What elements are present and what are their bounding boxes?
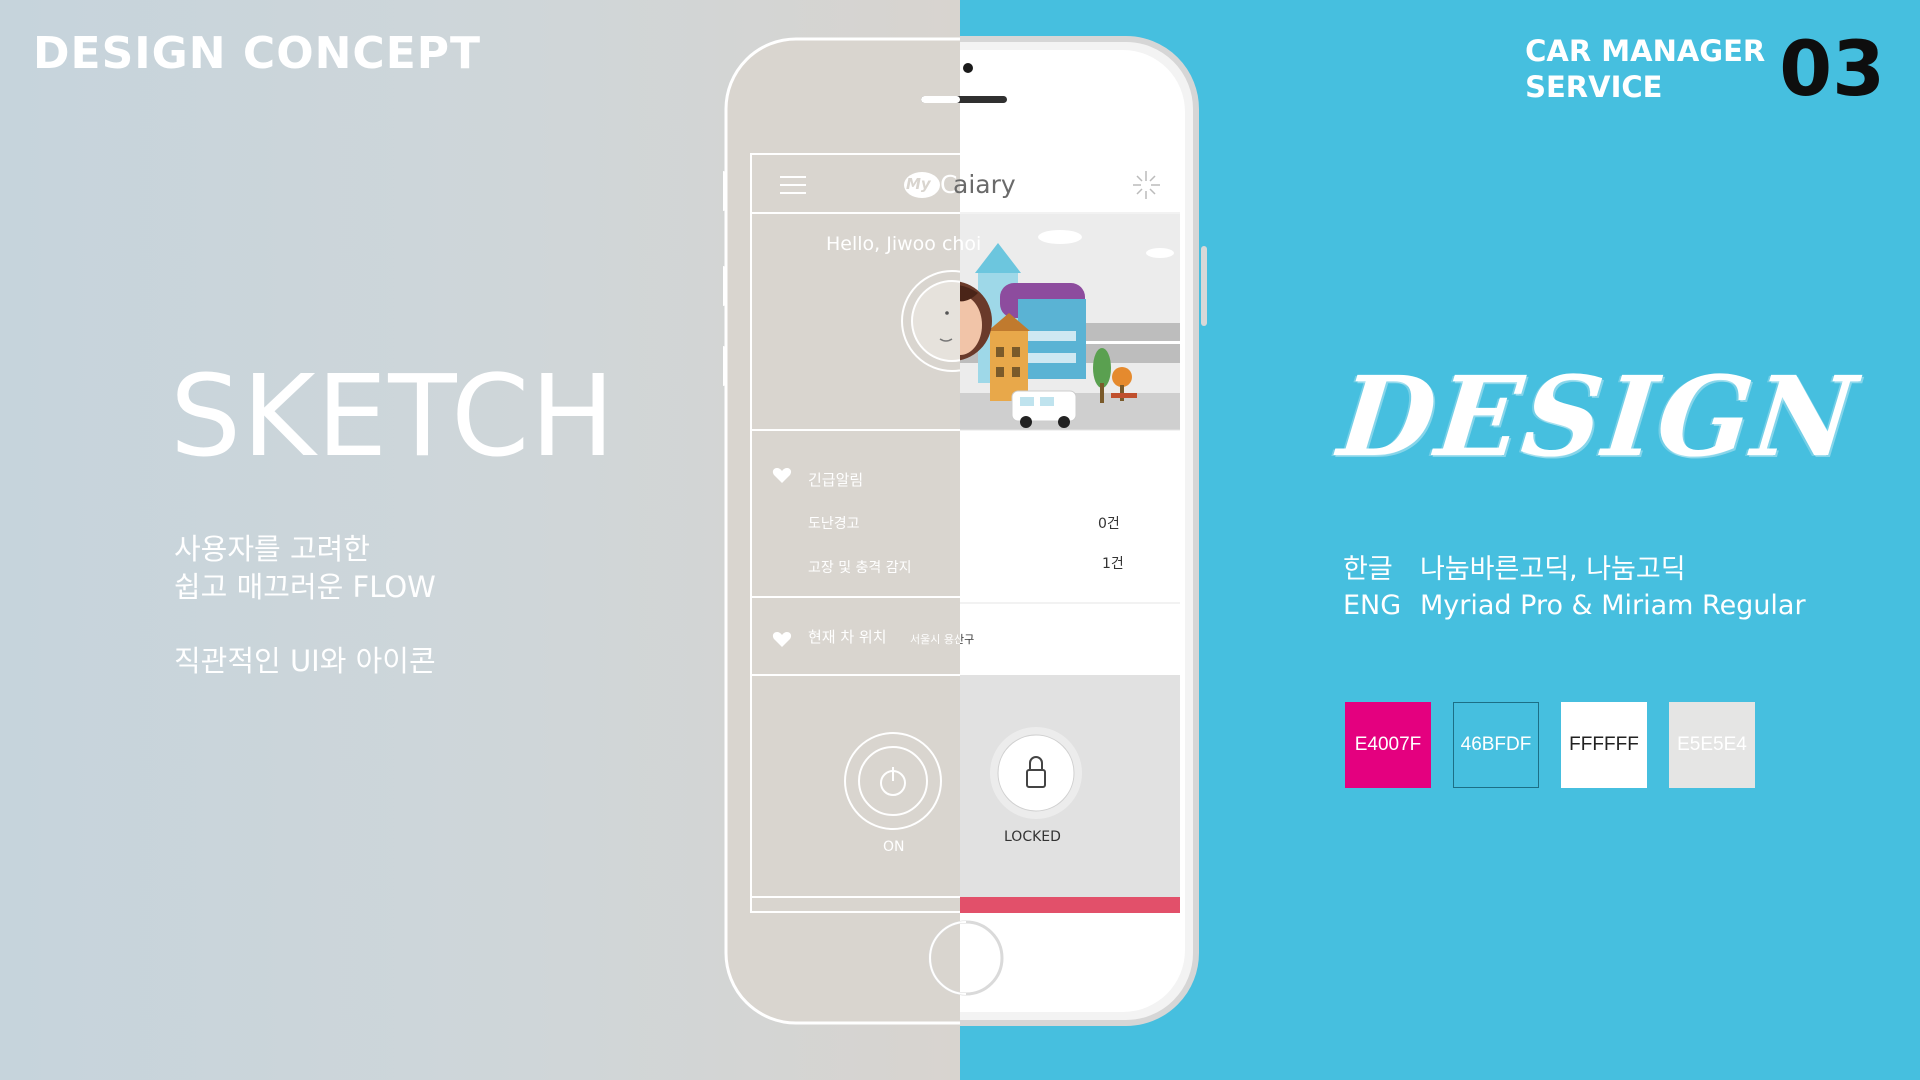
alert-title: 긴급알림 — [808, 471, 864, 489]
color-swatch-blue: 46BFDF — [1453, 702, 1539, 788]
location-value: 서울시 용산구 — [910, 633, 975, 646]
korean-font-value: 나눔바른고딕, 나눔고딕 — [1420, 554, 1686, 585]
page-number: 03 — [1779, 24, 1885, 113]
page-heading: DESIGN CONCEPT — [33, 28, 482, 79]
korean-font-label: 한글 — [1343, 554, 1393, 585]
sketch-title: SKETCH — [170, 352, 616, 482]
power-button[interactable] — [845, 733, 941, 829]
greeting-text: Hello, Jiwoo choi — [826, 233, 982, 255]
alert-impact-count[interactable]: 1건 — [1102, 553, 1124, 573]
typography-info: 한글 나눔바른고딕, 나눔고딕 ENG Myriad Pro & Miriam … — [1343, 552, 1806, 624]
design-title: DESIGN — [1333, 352, 1864, 481]
app-screen: My C aiary Hello, Jiwoo choi 긴급알림 도난경고 0… — [750, 153, 1180, 913]
location-title: 현재 차 위치 — [808, 628, 887, 646]
sketch-line-2: 쉽고 매끄러운 FLOW — [174, 570, 436, 604]
power-label: ON — [883, 839, 905, 855]
color-swatch-gray: E5E5E4 — [1669, 702, 1755, 788]
eng-font-value: Myriad Pro & Miriam Regular — [1420, 590, 1806, 621]
sketch-line-3: 직관적인 UI와 아이콘 — [174, 644, 436, 678]
service-name: CAR MANAGER SERVICE — [1525, 33, 1766, 104]
app-logo-my: My — [906, 175, 931, 193]
app-screen-art — [750, 153, 1180, 913]
alert-theft-label: 도난경고 — [808, 516, 860, 532]
sketch-line-1: 사용자를 고려한 — [174, 532, 370, 566]
lock-label: LOCKED — [1004, 829, 1061, 845]
lock-button[interactable] — [990, 727, 1082, 819]
color-swatch-white: FFFFFF — [1561, 702, 1647, 788]
menu-button[interactable] — [772, 167, 812, 201]
alert-theft-count: 0건 — [1098, 516, 1120, 532]
service-badge: CAR MANAGER SERVICE 03 — [1525, 24, 1885, 113]
sketch-description: 사용자를 고려한 쉽고 매끄러운 FLOW 직관적인 UI와 아이콘 — [174, 530, 436, 680]
eng-font-label: ENG — [1343, 590, 1402, 621]
alert-impact-label: 고장 및 충격 감지 — [808, 560, 912, 576]
app-logo-name-tail: aiary — [953, 170, 1016, 199]
color-palette: E4007F 46BFDF FFFFFF E5E5E4 — [1345, 702, 1755, 788]
color-swatch-pink: E4007F — [1345, 702, 1431, 788]
settings-icon[interactable] — [1128, 165, 1168, 205]
